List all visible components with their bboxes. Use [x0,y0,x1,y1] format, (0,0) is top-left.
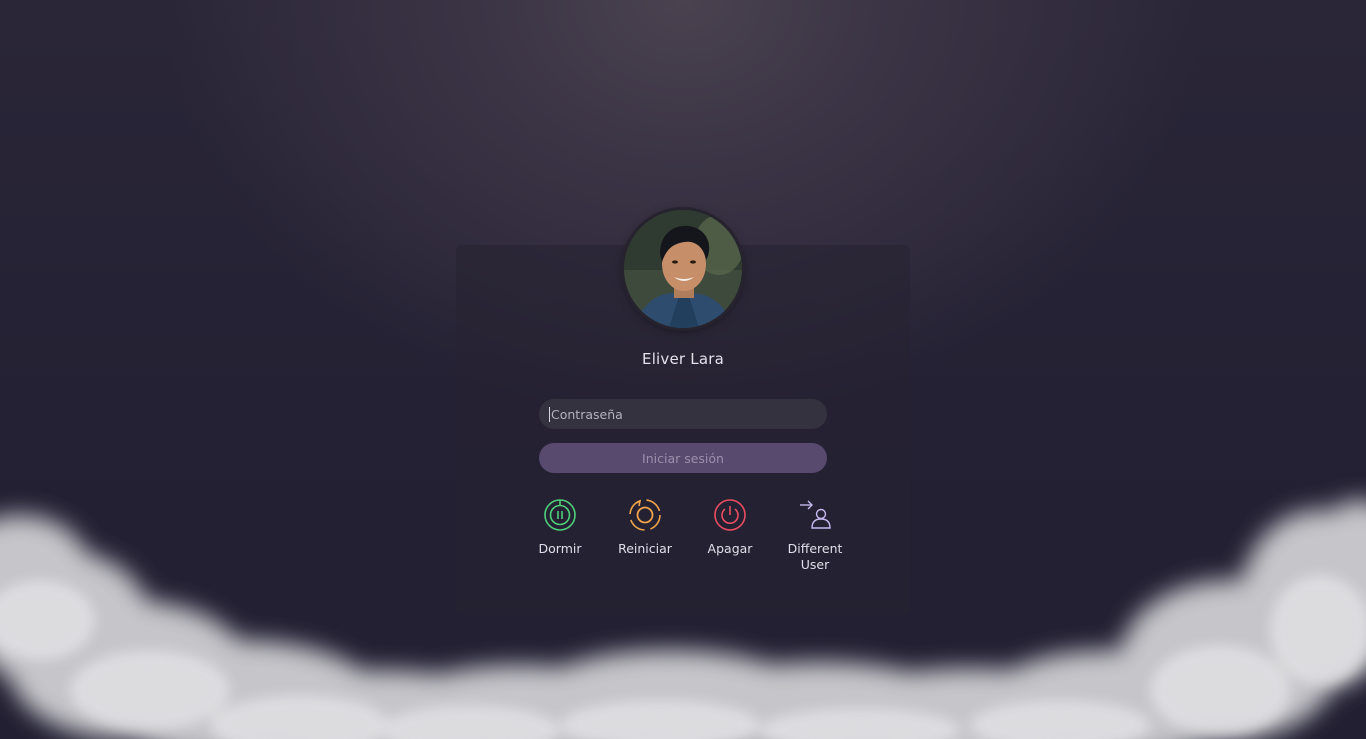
password-placeholder: Contraseña [551,406,623,422]
sleep-icon [542,497,578,533]
restart-label: Reiniciar [618,541,672,556]
power-actions: Dormir Reiniciar Apagar Different User [525,497,845,577]
restart-icon [627,497,663,533]
user-photo [624,210,742,328]
restart-button[interactable]: Reiniciar [610,497,680,557]
sleep-button[interactable]: Dormir [525,497,595,557]
shutdown-label: Apagar [707,541,753,556]
login-button[interactable]: Iniciar sesión [539,443,827,473]
power-icon [712,497,748,533]
avatar [624,210,742,328]
username: Eliver Lara [642,350,724,368]
text-caret [549,406,550,422]
shutdown-button[interactable]: Apagar [695,497,765,557]
password-input[interactable]: Contraseña [539,399,827,429]
sleep-label: Dormir [538,541,582,556]
different-user-label: Different User [787,541,843,572]
switch-user-icon [797,497,833,533]
different-user-button[interactable]: Different User [780,497,850,573]
